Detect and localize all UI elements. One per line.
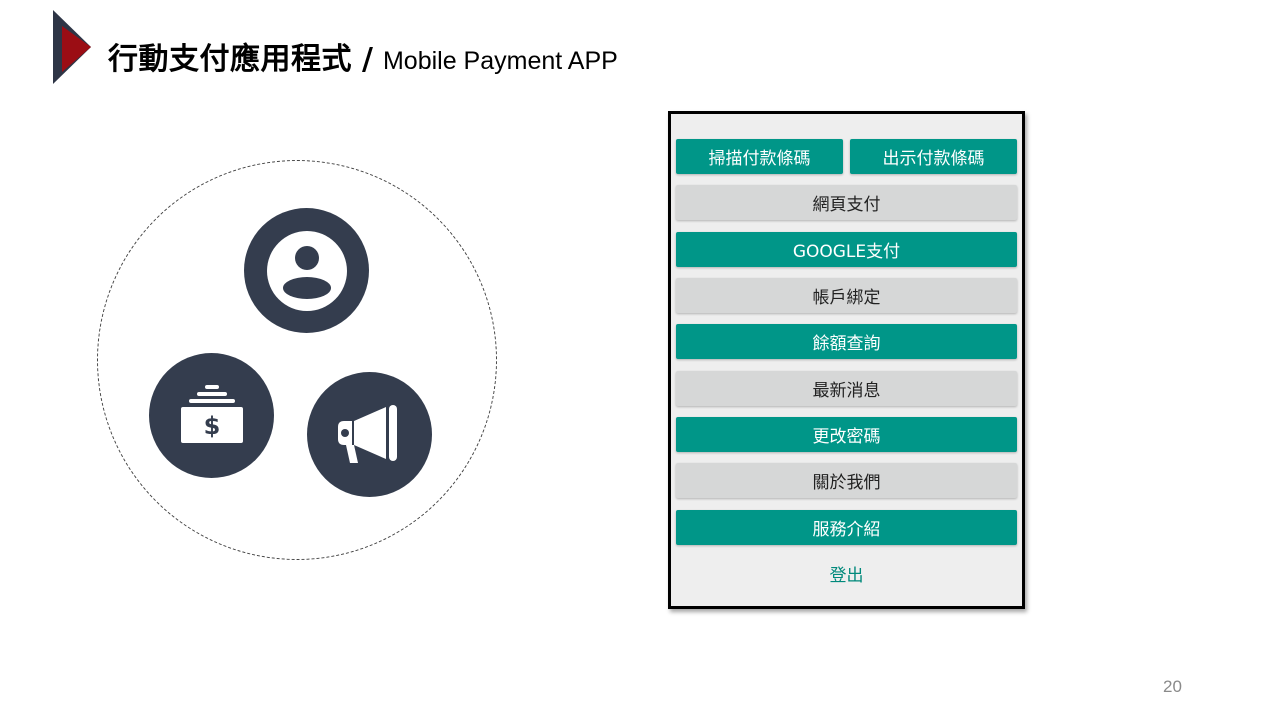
money-stack-icon: $ [180, 384, 243, 443]
user-icon [266, 230, 347, 311]
page-number: 20 [1163, 677, 1182, 696]
logout-button[interactable]: 登出 [676, 556, 1017, 591]
slide-logo-mark [53, 10, 91, 84]
web-payment-button[interactable]: 網頁支付 [676, 185, 1017, 220]
phone-screen: 掃描付款條碼 出示付款條碼 網頁支付 GOOGLE支付 帳戶綁定 餘額查詢 最新… [668, 111, 1025, 609]
svg-text:$: $ [203, 412, 220, 440]
megaphone-icon-disc [307, 372, 432, 497]
change-password-button[interactable]: 更改密碼 [676, 417, 1017, 452]
megaphone-icon [337, 404, 397, 463]
balance-inquiry-button[interactable]: 餘額查詢 [676, 324, 1017, 359]
page-title-english: Mobile Payment APP [382, 47, 618, 75]
user-icon-disc [244, 208, 369, 333]
money-icon-disc: $ [149, 353, 274, 478]
about-us-button[interactable]: 關於我們 [676, 463, 1017, 498]
service-intro-button[interactable]: 服務介紹 [676, 510, 1017, 545]
google-pay-button[interactable]: GOOGLE支付 [676, 232, 1017, 267]
account-binding-button[interactable]: 帳戶綁定 [676, 278, 1017, 313]
page-title-separator: / [362, 42, 373, 77]
scan-barcode-button[interactable]: 掃描付款條碼 [676, 139, 843, 174]
show-barcode-button[interactable]: 出示付款條碼 [850, 139, 1017, 174]
page-title: 行動支付應用程式 / Mobile Payment APP [108, 34, 618, 77]
page-title-chinese: 行動支付應用程式 [108, 42, 352, 77]
latest-news-button[interactable]: 最新消息 [676, 371, 1017, 406]
barcode-button-row: 掃描付款條碼 出示付款條碼 [676, 139, 1017, 174]
